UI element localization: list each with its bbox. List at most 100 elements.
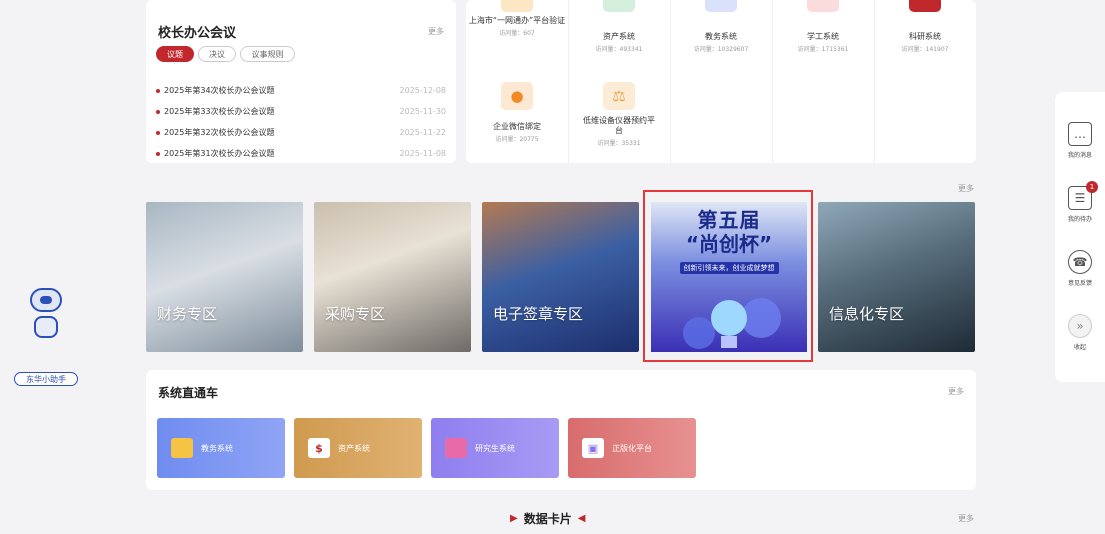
rail-todo[interactable]: ☰ 1 我的待办 [1055,181,1105,223]
bullet-icon [156,109,160,114]
asset-icon: $ [308,438,330,458]
system-count: 访问量：607 [499,30,535,37]
bullet-icon [156,88,160,93]
assistant-widget[interactable]: 东华小助手 [14,282,78,392]
system-name: 学工系统 [807,32,839,41]
todo-icon: ☰ 1 [1068,181,1098,210]
system-item-wechat[interactable]: ● 企业微信绑定 访问量：20775 [466,82,568,143]
banner-title-line2: “尚创杯” [685,232,773,256]
banner-finance[interactable]: 财务专区 [146,202,303,352]
meeting-more-link[interactable]: 更多 [428,26,444,37]
system-item-academic[interactable]: 教务系统 访问量：10329607 [670,0,772,53]
meeting-item-date: 2025-11-30 [399,107,447,116]
meeting-item-title[interactable]: 2025年第32次校长办公会议题 [164,127,400,138]
data-card-title-text: 数据卡片 [523,512,572,526]
data-card-more-link[interactable]: 更多 [958,513,974,524]
graduate-icon [445,438,467,458]
tile-label: 研究生系统 [475,443,515,453]
banner-label: 采购专区 [325,305,386,323]
system-item-asset[interactable]: 资产系统 访问量：493341 [568,0,670,53]
meeting-item-date: 2025-11-08 [399,149,447,158]
direct-systems-card: 系统直通车 更多 教务系统 $ 资产系统 研究生系统 ▣ 正版化平台 [146,370,976,490]
systems-grid: 上海市“一网通办”平台验证 访问量：607 资产系统 访问量：493341 教务… [466,0,976,163]
robot-icon [30,288,62,312]
instrument-icon: ⚖ [603,82,635,110]
wechat-icon: ● [501,82,533,110]
rail-label: 意见反馈 [1067,280,1092,287]
meeting-item-date: 2025-12-08 [399,86,447,95]
tile-academic[interactable]: 教务系统 [157,418,285,478]
right-rail: … 我的消息 ☰ 1 我的待办 ☎ 意见反馈 » 收起 [1055,92,1105,382]
banners-more-link[interactable]: 更多 [958,183,974,194]
flag-right-icon: ▶ [510,513,518,524]
list-item[interactable]: 2025年第34次校长办公会议题 2025-12-08 [156,80,446,101]
meeting-item-title[interactable]: 2025年第34次校长办公会议题 [164,85,400,96]
banner-title-line1: 第五届 [697,208,761,232]
banner-procurement[interactable]: 采购专区 [314,202,471,352]
rail-messages[interactable]: … 我的消息 [1055,122,1105,159]
system-count: 访问量：10329607 [693,46,749,53]
banner-e-signature[interactable]: 电子签章专区 [482,202,639,352]
flag-left-icon: ◀ [577,513,586,524]
rail-collapse[interactable]: » 收起 [1055,314,1105,351]
system-item-instrument[interactable]: ⚖ 低维设备仪器预约平台 访问量：35331 [568,82,670,147]
academic-icon [171,438,193,458]
list-item[interactable]: 2025年第32次校长办公会议题 2025-11-22 [156,122,446,143]
tile-genuine-software[interactable]: ▣ 正版化平台 [568,418,696,478]
tab-rules[interactable]: 议事规则 [240,46,295,62]
tile-asset[interactable]: $ 资产系统 [294,418,422,478]
research-icon [909,0,941,12]
student-icon [807,0,839,12]
banner-innovation-cup[interactable]: 第五届 “尚创杯” 创新引领未来，创业成就梦想 [651,202,807,352]
meeting-item-date: 2025-11-22 [399,128,447,137]
asset-icon [603,0,635,12]
tab-resolutions[interactable]: 决议 [198,46,236,62]
direct-title: 系统直通车 [158,386,219,400]
message-icon: … [1068,122,1092,146]
bullet-icon [156,151,160,156]
tab-topics[interactable]: 议题 [156,46,194,62]
double-chevron-right-icon: » [1068,314,1092,338]
banner-label: 电子签章专区 [493,305,584,323]
meeting-item-title[interactable]: 2025年第31次校长办公会议题 [164,148,400,159]
meeting-tabs: 议题 决议 议事规则 [156,46,295,62]
meeting-item-title[interactable]: 2025年第33次校长办公会议题 [164,106,400,117]
system-item-student[interactable]: 学工系统 访问量：1715361 [772,0,874,53]
direct-more-link[interactable]: 更多 [948,386,964,397]
meeting-title: 校长办公会议 [158,26,237,41]
software-icon: ▣ [582,438,604,458]
lightbulb-gear-icon [683,298,781,349]
system-name: 资产系统 [603,32,635,41]
list-item[interactable]: 2025年第31次校长办公会议题 2025-11-08 [156,143,446,164]
headset-icon: ☎ [1068,250,1092,274]
meeting-card: 校长办公会议 更多 议题 决议 议事规则 2025年第34次校长办公会议题 202… [146,0,456,163]
highlight-frame: 第五届 “尚创杯” 创新引领未来，创业成就梦想 [643,190,813,362]
tile-label: 正版化平台 [612,443,652,453]
todo-badge: 1 [1086,181,1098,193]
tile-label: 教务系统 [201,443,233,453]
system-name: 科研系统 [909,32,941,41]
tile-graduate[interactable]: 研究生系统 [431,418,559,478]
system-count: 访问量：35331 [597,140,641,147]
academic-icon [705,0,737,12]
banner-label: 财务专区 [157,305,218,323]
banner-subtitle: 创新引领未来，创业成就梦想 [679,262,779,274]
tile-label: 资产系统 [338,443,370,453]
meeting-list: 2025年第34次校长办公会议题 2025-12-08 2025年第33次校长办公… [156,80,446,164]
rail-label: 收起 [1073,344,1086,351]
banner-informatization[interactable]: 信息化专区 [818,202,975,352]
system-item-research[interactable]: 科研系统 访问量：141907 [874,0,976,53]
rail-label: 我的待办 [1067,216,1092,223]
network-icon [501,0,533,12]
system-item-network[interactable]: 上海市“一网通办”平台验证 访问量：607 [466,0,568,37]
list-item[interactable]: 2025年第33次校长办公会议题 2025-11-30 [156,101,446,122]
system-count: 访问量：493341 [595,46,643,53]
system-name: 教务系统 [705,32,737,41]
bullet-icon [156,130,160,135]
system-count: 访问量：1715361 [797,46,849,53]
system-name: 上海市“一网通办”平台验证 [468,16,566,25]
rail-feedback[interactable]: ☎ 意见反馈 [1055,250,1105,287]
data-card-title: ▶ 数据卡片 ◀ [510,510,585,527]
system-count: 访问量：20775 [495,136,539,143]
assistant-label[interactable]: 东华小助手 [14,372,78,386]
